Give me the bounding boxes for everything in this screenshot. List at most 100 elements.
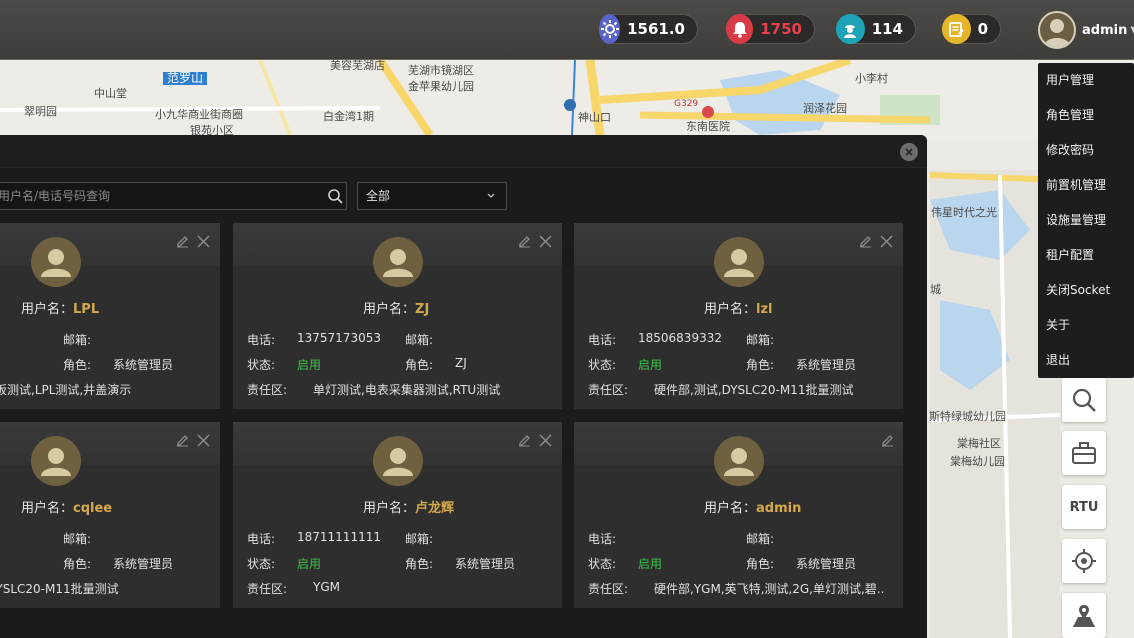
- card-username: 用户名：admin: [704, 497, 801, 516]
- card-actions: [881, 434, 894, 447]
- card-username: 用户名：cqlee: [21, 497, 112, 516]
- label-phone: 电话:: [247, 333, 276, 347]
- search-box: [0, 182, 347, 210]
- label-email: 邮箱:: [746, 532, 775, 546]
- map-label: 棠梅幼儿园: [950, 455, 1005, 468]
- map-label: 棠梅社区: [957, 437, 1001, 450]
- map-pin-icon: [1073, 604, 1095, 627]
- avatar: [373, 237, 423, 287]
- user-menu-toggle[interactable]: admin ▼: [1038, 10, 1134, 50]
- label-area: 责任区:: [247, 383, 288, 397]
- username-value: cqlee: [73, 501, 113, 516]
- map-label: 伟星时代之光: [931, 206, 997, 219]
- label-username: 用户名：: [363, 302, 416, 317]
- edit-icon[interactable]: [176, 235, 189, 248]
- label-area: 责任区:: [247, 582, 288, 596]
- map-label: 范罗山: [163, 72, 208, 85]
- label-email: 邮箱:: [746, 333, 775, 347]
- menu-item-about[interactable]: 关于: [1038, 308, 1134, 343]
- map-marker-button[interactable]: [1062, 593, 1106, 638]
- edit-icon[interactable]: [859, 235, 872, 248]
- menu-item-gateway-management[interactable]: 前置机管理: [1038, 168, 1134, 203]
- notes-stat[interactable]: 0: [942, 14, 1001, 44]
- area-value: 单灯测试,电表采集器测试,RTU测试: [313, 383, 501, 397]
- avatar: [31, 436, 81, 486]
- delete-icon[interactable]: [197, 434, 210, 447]
- notepad-icon: [942, 14, 971, 44]
- map-label: 润泽花园: [803, 102, 847, 115]
- locate-button[interactable]: [1062, 539, 1106, 583]
- label-role: 角色:: [746, 557, 775, 571]
- label-username: 用户名：: [704, 501, 757, 516]
- label-username: 用户名：: [21, 501, 74, 516]
- edit-icon[interactable]: [518, 235, 531, 248]
- area-value: 硬件部,测试,DYSLC20-M11批量测试: [654, 383, 854, 397]
- notes-value: 0: [977, 20, 988, 38]
- close-button[interactable]: ×: [900, 143, 918, 161]
- crosshair-icon: [1072, 549, 1096, 573]
- worker-value: 114: [871, 20, 903, 38]
- label-email: 邮箱:: [405, 333, 434, 347]
- top-bar: 1561.0 1750 114 0 admin ▼: [0, 0, 1134, 60]
- power-stat[interactable]: 1561.0: [599, 14, 698, 44]
- label-status: 状态:: [247, 557, 276, 571]
- alarm-stat[interactable]: 1750: [726, 14, 815, 44]
- role-value: ZJ: [455, 356, 467, 370]
- map-label: 金苹果幼儿园: [408, 80, 474, 93]
- menu-item-tenant-config[interactable]: 租户配置: [1038, 238, 1134, 273]
- card-actions: [176, 235, 210, 248]
- label-area: 责任区:: [588, 582, 629, 596]
- delete-icon[interactable]: [880, 235, 893, 248]
- avatar: [1038, 11, 1076, 49]
- worker-icon: [836, 14, 865, 44]
- label-role: 角色:: [405, 358, 434, 372]
- avatar: [31, 237, 81, 287]
- label-role: 角色:: [63, 358, 92, 372]
- edit-icon[interactable]: [176, 434, 189, 447]
- edit-icon[interactable]: [881, 434, 894, 447]
- role-value: 系统管理员: [113, 557, 174, 571]
- rtu-button[interactable]: RTU: [1062, 485, 1106, 529]
- delete-icon[interactable]: [539, 434, 552, 447]
- map-label: 芜湖市镜湖区: [408, 64, 474, 77]
- user-card: 用户名：ZJ 电话: 13757173053 邮箱: 状态: 启用 角色: ZJ…: [233, 223, 562, 409]
- delete-icon[interactable]: [539, 235, 552, 248]
- menu-item-change-password[interactable]: 修改密码: [1038, 133, 1134, 168]
- label-email: 邮箱:: [63, 532, 92, 546]
- label-status: 状态:: [588, 358, 617, 372]
- status-value: 启用: [638, 557, 663, 571]
- edit-icon[interactable]: [518, 434, 531, 447]
- card-username: 用户名：卢龙辉: [363, 497, 454, 516]
- role-filter-select[interactable]: 全部: [357, 182, 507, 210]
- label-email: 邮箱:: [63, 333, 92, 347]
- menu-item-close-socket[interactable]: 关闭Socket: [1038, 273, 1134, 308]
- label-phone: 电话:: [588, 532, 617, 546]
- menu-item-facility-management[interactable]: 设施量管理: [1038, 203, 1134, 238]
- search-icon[interactable]: [327, 188, 343, 207]
- map-search-button[interactable]: [1062, 378, 1106, 422]
- area-value: YGM: [313, 580, 340, 594]
- menu-item-user-management[interactable]: 用户管理: [1038, 63, 1134, 98]
- card-actions: [176, 434, 210, 447]
- user-management-modal: × 全部 用户名：LPL 电话: 5672 邮箱: 状态:: [0, 135, 927, 638]
- alarm-value: 1750: [760, 20, 802, 38]
- phone-value: 18506839332: [638, 331, 722, 345]
- search-input[interactable]: [0, 183, 311, 209]
- card-username: 用户名：LPL: [21, 298, 99, 317]
- map-label: G329: [674, 99, 699, 109]
- label-status: 状态:: [588, 557, 617, 571]
- status-value: 启用: [638, 358, 663, 372]
- delete-icon[interactable]: [197, 235, 210, 248]
- avatar: [714, 237, 764, 287]
- map-label: 小李村: [855, 72, 888, 85]
- phone-value: 18711111111: [297, 530, 381, 544]
- user-name: admin: [1082, 22, 1128, 38]
- area-value: 通讯板测试,LPL测试,井盖演示: [0, 383, 132, 397]
- menu-item-role-management[interactable]: 角色管理: [1038, 98, 1134, 133]
- label-role: 角色:: [63, 557, 92, 571]
- chevron-down-icon: ▼: [1130, 25, 1134, 36]
- toolbox-button[interactable]: [1062, 431, 1106, 475]
- menu-item-logout[interactable]: 退出: [1038, 343, 1134, 378]
- worker-stat[interactable]: 114: [836, 14, 916, 44]
- avatar: [373, 436, 423, 486]
